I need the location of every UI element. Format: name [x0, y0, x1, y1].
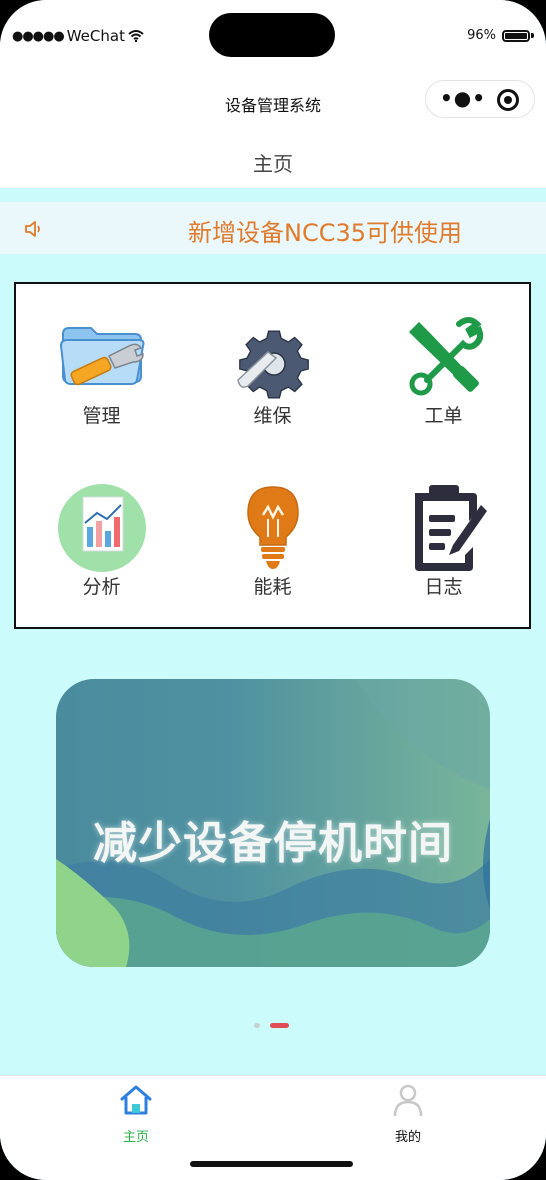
carrier-name: WeChat [66, 27, 125, 45]
wifi-icon [128, 30, 144, 42]
home-icon [120, 1085, 152, 1115]
signal-icon: ●●●●● [12, 28, 65, 44]
tab-label: 主页 [122, 1130, 149, 1145]
status-bar: ●●●●● WeChat 96% [0, 0, 546, 72]
notice-text: 新增设备NCC35可供使用 [188, 219, 463, 247]
capsule-menu: •●• [425, 80, 535, 118]
grid-item-label: 日志 [424, 576, 463, 598]
grid-item-analysis[interactable]: 分析 [16, 455, 187, 626]
indicator-dot[interactable] [254, 1023, 260, 1028]
tab-mine[interactable]: 我的 [368, 1082, 448, 1145]
page-title: 主页 [253, 152, 293, 176]
battery-percent: 96% [467, 28, 496, 43]
tools-icon [409, 317, 484, 396]
tab-label: 我的 [394, 1130, 421, 1145]
battery-status: 96% [467, 28, 534, 43]
user-icon [393, 1084, 423, 1117]
banner-slogan: 减少设备停机时间 [93, 818, 453, 869]
grid-item-label: 能耗 [253, 576, 292, 598]
speaker-icon [25, 221, 40, 237]
more-icon[interactable]: •●• [440, 88, 486, 108]
phone-screen: ●●●●● WeChat 96% 设备管理系统 •●• 主页 新增设备NCC35… [0, 0, 546, 1180]
grid-item-label: 维保 [253, 405, 292, 427]
carrier-info: ●●●●● WeChat [12, 27, 144, 45]
grid-item-log[interactable]: 日志 [358, 455, 529, 626]
lightbulb-icon [247, 486, 299, 569]
camera-notch [209, 13, 335, 57]
report-chart-icon [58, 484, 146, 572]
function-grid: 管理 维保 工单 分析 能耗 日志 [14, 282, 531, 629]
battery-icon [502, 29, 530, 42]
grid-item-label: 工单 [424, 405, 463, 427]
grid-item-energy[interactable]: 能耗 [187, 455, 358, 626]
tab-home[interactable]: 主页 [96, 1082, 176, 1145]
clipboard-icon [415, 485, 487, 571]
grid-item-label: 管理 [82, 405, 121, 427]
folder-wrench-icon [59, 327, 145, 386]
grid-item-manage[interactable]: 管理 [16, 284, 187, 455]
home-indicator [190, 1161, 353, 1167]
banner-carousel[interactable]: 减少设备停机时间 [56, 679, 490, 967]
grid-item-work-order[interactable]: 工单 [358, 284, 529, 455]
notice-bar[interactable]: 新增设备NCC35可供使用 [0, 202, 546, 254]
page-header: 主页 [0, 130, 546, 188]
grid-item-label: 分析 [82, 576, 121, 598]
grid-item-maintenance[interactable]: 维保 [187, 284, 358, 455]
close-mini-program-icon[interactable] [497, 89, 519, 111]
gear-wrench-icon [237, 330, 309, 399]
indicator-dot-active[interactable] [270, 1023, 289, 1028]
